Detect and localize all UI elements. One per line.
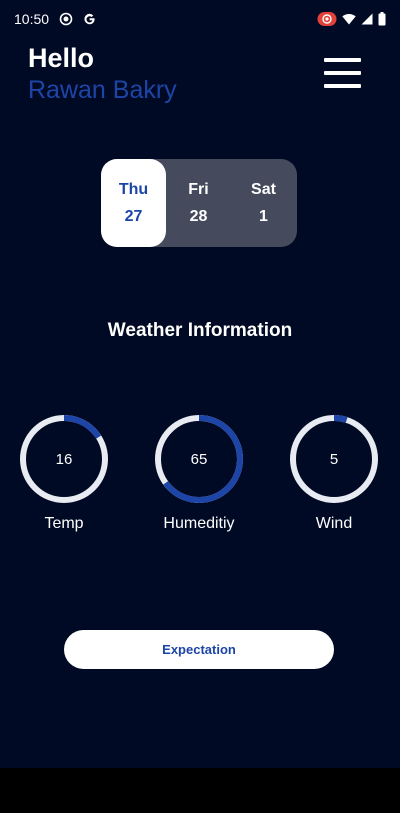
greeting-title: Hello	[28, 43, 95, 73]
gauge-temp: 16 Temp	[14, 414, 114, 533]
menu-line	[324, 58, 361, 62]
menu-line	[324, 71, 361, 75]
google-icon	[83, 12, 96, 26]
day-name: Thu	[118, 180, 149, 198]
signal-icon	[361, 13, 373, 25]
day-date: 27	[124, 207, 143, 225]
hamburger-menu-icon[interactable]	[324, 58, 364, 88]
wifi-icon	[342, 13, 356, 25]
status-time: 10:50	[14, 11, 50, 27]
gauge-label: Humeditiy	[163, 515, 235, 532]
greeting: Hello Rawan Bakry	[28, 42, 177, 104]
day-name: Fri	[188, 180, 209, 198]
status-bar: 10:50	[0, 0, 400, 38]
weather-gauges: 16 Temp 65 Humeditiy 5 Wind	[0, 414, 400, 544]
gauge-label: Temp	[44, 515, 84, 532]
gauge-wind: 5 Wind	[284, 414, 384, 533]
day-date: 1	[259, 207, 268, 225]
user-name: Rawan Bakry	[28, 76, 177, 104]
record-icon	[59, 12, 73, 26]
status-left: 10:50	[14, 11, 96, 27]
day-thu[interactable]: Thu 27	[101, 159, 166, 247]
gauge-value: 65	[190, 451, 208, 468]
day-fri[interactable]: Fri 28	[166, 159, 231, 247]
day-selector: Thu 27 Fri 28 Sat 1	[101, 159, 297, 247]
gauge-label: Wind	[315, 515, 353, 532]
status-right	[317, 11, 386, 27]
camera-badge-icon	[317, 11, 337, 27]
expectation-button[interactable]: Expectation	[64, 630, 334, 669]
menu-line	[324, 84, 361, 88]
weather-section-title: Weather Information	[107, 320, 293, 341]
battery-icon	[378, 12, 386, 26]
day-name: Sat	[251, 180, 276, 198]
gauge-humidity: 65 Humeditiy	[149, 414, 249, 533]
day-date: 28	[189, 207, 208, 225]
gauge-value: 16	[55, 451, 73, 468]
gauge-value: 5	[329, 451, 339, 468]
day-sat[interactable]: Sat 1	[231, 159, 296, 247]
app-screen: 10:50 Hello Rawan Bakry Thu 27 Fri 28 Sa…	[0, 0, 400, 768]
